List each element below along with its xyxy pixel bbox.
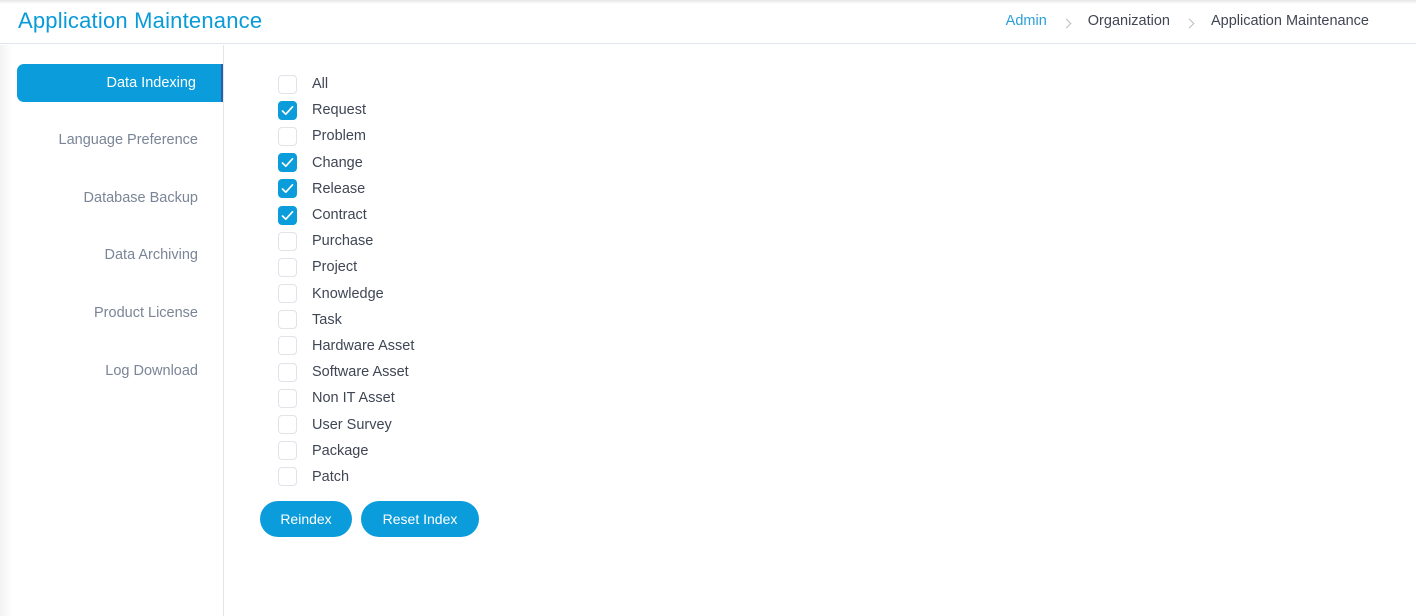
checkbox-change[interactable]	[278, 153, 297, 173]
sidebar-item-log-download[interactable]: Log Download	[17, 352, 223, 390]
checkbox-label: Purchase	[312, 233, 374, 250]
reset-index-button[interactable]: Reset Index	[361, 501, 479, 537]
page-header: Application Maintenance Admin Organizati…	[0, 0, 1416, 44]
checkmark-icon	[281, 105, 294, 115]
sidebar-item-language-preference[interactable]: Language Preference	[17, 121, 223, 159]
checkbox-row-knowledge[interactable]: Knowledge	[278, 281, 414, 307]
checkbox-label: Release	[312, 180, 366, 197]
checkbox-release[interactable]	[278, 179, 297, 199]
checkmark-icon	[281, 184, 294, 194]
breadcrumb-admin[interactable]: Admin	[1006, 13, 1047, 29]
checkmark-icon	[281, 158, 294, 168]
data-indexing-panel: All Request Problem Change Release Contract Pu…	[224, 45, 1416, 616]
checkbox-label: Software Asset	[312, 364, 409, 381]
reindex-button[interactable]: Reindex	[260, 501, 352, 537]
checkbox-contract[interactable]	[278, 205, 297, 225]
module-checkbox-list: All Request Problem Change Release Contract Pu…	[278, 71, 414, 490]
checkbox-row-contract[interactable]: Contract	[278, 202, 414, 228]
checkbox-label: Non IT Asset	[312, 390, 395, 407]
checkmark-icon	[281, 210, 294, 220]
checkbox-row-non-it-asset[interactable]: Non IT Asset	[278, 385, 414, 411]
checkbox-row-user-survey[interactable]: User Survey	[278, 411, 414, 437]
sidebar-item-product-license[interactable]: Product License	[17, 294, 223, 332]
checkbox-label: Knowledge	[312, 285, 384, 302]
checkbox-row-request[interactable]: Request	[278, 97, 414, 123]
checkbox-row-software-asset[interactable]: Software Asset	[278, 359, 414, 385]
checkbox-user-survey[interactable]	[278, 415, 297, 435]
checkbox-row-problem[interactable]: Problem	[278, 123, 414, 149]
checkbox-row-patch[interactable]: Patch	[278, 464, 414, 490]
checkbox-task[interactable]	[278, 310, 297, 330]
checkbox-knowledge[interactable]	[278, 284, 297, 304]
checkbox-row-all[interactable]: All	[278, 71, 414, 97]
checkbox-row-change[interactable]: Change	[278, 150, 414, 176]
breadcrumb: Admin Organization Application Maintenan…	[1006, 13, 1369, 29]
checkbox-patch[interactable]	[278, 467, 297, 487]
application-maintenance-page: Application Maintenance Admin Organizati…	[0, 0, 1416, 616]
checkbox-software-asset[interactable]	[278, 362, 297, 382]
checkbox-label: Request	[312, 102, 367, 119]
chevron-right-icon	[1061, 18, 1072, 28]
checkbox-label: Project	[312, 259, 358, 276]
checkbox-label: Change	[312, 154, 363, 171]
checkbox-row-package[interactable]: Package	[278, 438, 414, 464]
breadcrumb-current: Application Maintenance	[1211, 13, 1369, 29]
sidebar: Data Indexing Language Preference Databa…	[0, 45, 224, 616]
sidebar-item-data-indexing[interactable]: Data Indexing	[17, 64, 223, 102]
checkbox-label: Contract	[312, 207, 367, 224]
checkbox-hardware-asset[interactable]	[278, 336, 297, 356]
checkbox-purchase[interactable]	[278, 231, 297, 251]
checkbox-label: All	[312, 76, 329, 93]
checkbox-package[interactable]	[278, 441, 297, 461]
breadcrumb-organization[interactable]: Organization	[1088, 13, 1170, 29]
checkbox-label: Patch	[312, 468, 350, 485]
checkbox-label: Package	[312, 442, 369, 459]
checkbox-project[interactable]	[278, 257, 297, 277]
top-shadow	[0, 0, 1416, 4]
checkbox-label: Task	[312, 311, 342, 328]
checkbox-request[interactable]	[278, 100, 297, 120]
checkbox-all[interactable]	[278, 74, 297, 94]
index-actions: Reindex Reset Index	[260, 501, 479, 537]
checkbox-non-it-asset[interactable]	[278, 388, 297, 408]
checkbox-label: Problem	[312, 128, 366, 145]
checkbox-label: User Survey	[312, 416, 392, 433]
checkbox-row-project[interactable]: Project	[278, 254, 414, 280]
checkbox-label: Hardware Asset	[312, 337, 415, 354]
chevron-right-icon	[1184, 18, 1195, 28]
checkbox-row-hardware-asset[interactable]: Hardware Asset	[278, 333, 414, 359]
sidebar-item-database-backup[interactable]: Database Backup	[17, 179, 223, 217]
page-title: Application Maintenance	[18, 8, 263, 33]
checkbox-row-purchase[interactable]: Purchase	[278, 228, 414, 254]
sidebar-item-data-archiving[interactable]: Data Archiving	[17, 236, 223, 274]
checkbox-problem[interactable]	[278, 126, 297, 146]
checkbox-row-task[interactable]: Task	[278, 307, 414, 333]
checkbox-row-release[interactable]: Release	[278, 176, 414, 202]
